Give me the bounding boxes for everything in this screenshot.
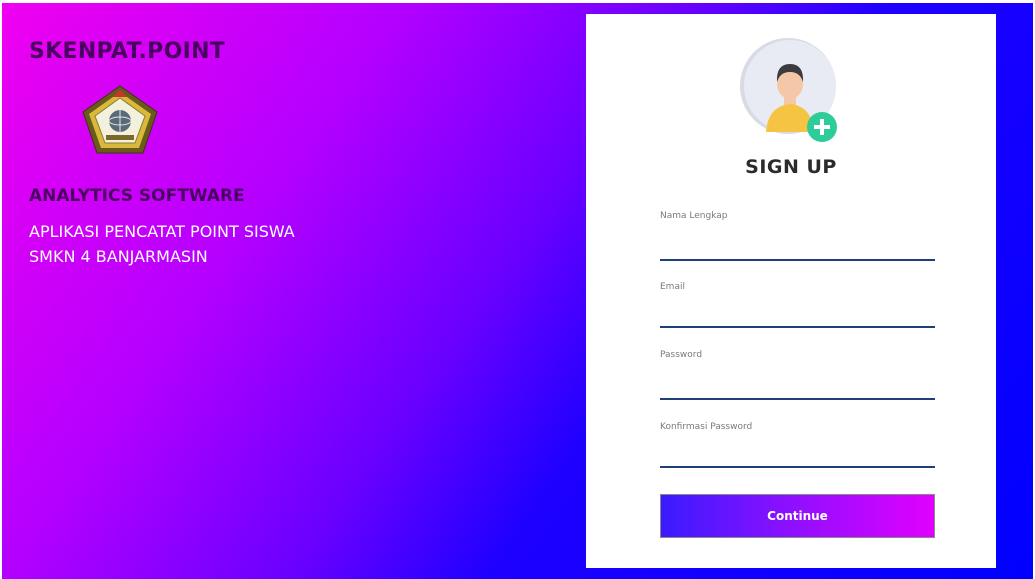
description-line-2: SMKN 4 BANJARMASIN (29, 247, 208, 266)
form-title: SIGN UP (745, 156, 837, 178)
subtitle: ANALYTICS SOFTWARE (29, 186, 245, 206)
school-emblem-icon (80, 83, 160, 155)
email-input[interactable] (660, 304, 935, 328)
password-input[interactable] (660, 376, 935, 400)
full-name-input[interactable] (660, 237, 935, 261)
brand-title: SKENPAT.POINT (29, 39, 226, 64)
field-label-full-name: Nama Lengkap (660, 211, 728, 221)
signup-screen: SKENPAT.POINT ANALYTICS SOFTWARE APLIKAS… (2, 3, 1033, 579)
field-label-password: Password (660, 350, 703, 360)
field-label-confirm-password: Konfirmasi Password (660, 422, 753, 432)
field-label-email: Email (660, 282, 685, 292)
user-add-avatar-icon (738, 38, 842, 144)
confirm-password-input[interactable] (660, 444, 935, 468)
signup-card: SIGN UP Nama Lengkap Email Password Konf… (586, 14, 996, 568)
continue-button[interactable]: Continue (660, 494, 935, 538)
description-line-1: APLIKASI PENCATAT POINT SISWA (29, 222, 295, 241)
